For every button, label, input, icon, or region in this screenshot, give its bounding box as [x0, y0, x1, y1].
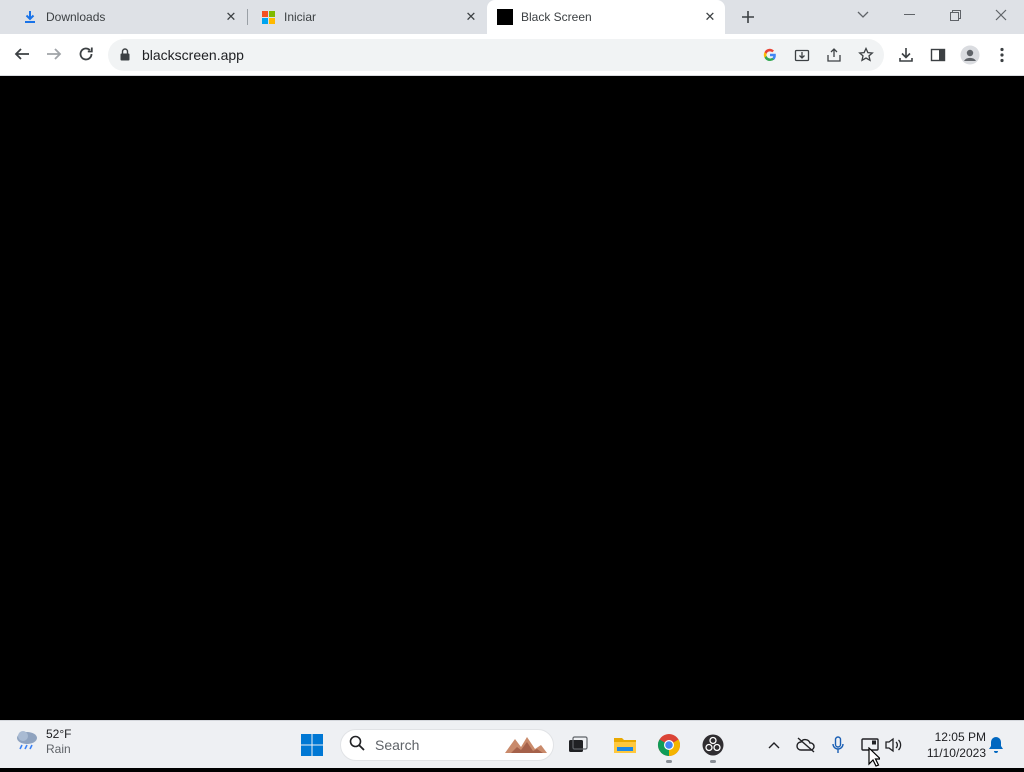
mouse-cursor-icon [868, 746, 882, 772]
volume-icon[interactable] [882, 733, 906, 757]
more-menu-icon[interactable] [989, 42, 1015, 68]
downloads-icon[interactable] [893, 42, 919, 68]
rain-cloud-icon [14, 728, 40, 757]
task-view-icon[interactable] [562, 729, 594, 761]
tab-iniciar[interactable]: Iniciar ✕ [248, 0, 486, 34]
close-tab-icon[interactable]: ✕ [462, 8, 480, 26]
black-square-icon [497, 9, 513, 25]
lock-icon[interactable] [120, 48, 130, 66]
microphone-icon[interactable] [826, 733, 850, 757]
obs-studio-icon[interactable] [697, 729, 729, 761]
microsoft-logo-icon [260, 9, 276, 25]
search-highlight-image-icon [501, 733, 549, 762]
close-tab-icon[interactable]: ✕ [222, 8, 240, 26]
taskbar-search[interactable]: Search [340, 729, 554, 761]
onedrive-offline-icon[interactable] [794, 733, 818, 757]
tab-search-chevron-icon[interactable] [840, 0, 886, 30]
search-placeholder: Search [375, 737, 420, 753]
tab-black-screen[interactable]: Black Screen ✕ [487, 0, 725, 34]
file-explorer-icon[interactable] [609, 729, 641, 761]
close-tab-icon[interactable]: ✕ [701, 8, 719, 26]
tab-title: Downloads [46, 10, 106, 24]
tab-strip: Downloads ✕ Iniciar ✕ Black Screen ✕ [0, 0, 1024, 34]
weather-temperature: 52°F [46, 727, 72, 741]
bookmark-star-icon[interactable] [856, 45, 876, 65]
address-bar[interactable]: blackscreen.app [108, 39, 884, 71]
download-icon [22, 9, 38, 25]
reload-button[interactable] [72, 40, 100, 68]
tab-downloads[interactable]: Downloads ✕ [8, 0, 246, 34]
forward-button[interactable] [40, 40, 68, 68]
back-button[interactable] [8, 40, 36, 68]
google-lens-icon[interactable] [760, 45, 780, 65]
new-tab-button[interactable] [736, 5, 760, 29]
chrome-taskbar-icon[interactable] [653, 729, 685, 761]
tab-title: Black Screen [521, 10, 592, 24]
restore-button[interactable] [932, 0, 978, 30]
obs-running-indicator [710, 760, 716, 763]
weather-condition: Rain [46, 742, 71, 756]
start-windows-icon[interactable] [296, 729, 328, 761]
clock-time: 12:05 PM [934, 730, 986, 744]
share-icon[interactable] [824, 45, 844, 65]
notification-bell-icon[interactable] [984, 733, 1008, 757]
install-app-icon[interactable] [792, 45, 812, 65]
side-panel-icon[interactable] [925, 42, 951, 68]
system-clock[interactable]: 12:05 PM 11/10/2023 [916, 729, 986, 761]
weather-widget[interactable]: 52°F Rain [14, 727, 71, 757]
black-screen-page[interactable] [0, 77, 1024, 720]
show-hidden-icons-chevron-icon[interactable] [762, 733, 786, 757]
close-window-button[interactable] [978, 0, 1024, 30]
minimize-button[interactable] [886, 0, 932, 30]
url-text[interactable]: blackscreen.app [142, 47, 244, 63]
profile-avatar-icon[interactable] [957, 42, 983, 68]
tab-title: Iniciar [284, 10, 317, 24]
browser-toolbar: blackscreen.app [0, 34, 1024, 76]
search-icon [349, 735, 365, 756]
chrome-running-indicator [666, 760, 672, 763]
clock-date: 11/10/2023 [926, 746, 986, 760]
